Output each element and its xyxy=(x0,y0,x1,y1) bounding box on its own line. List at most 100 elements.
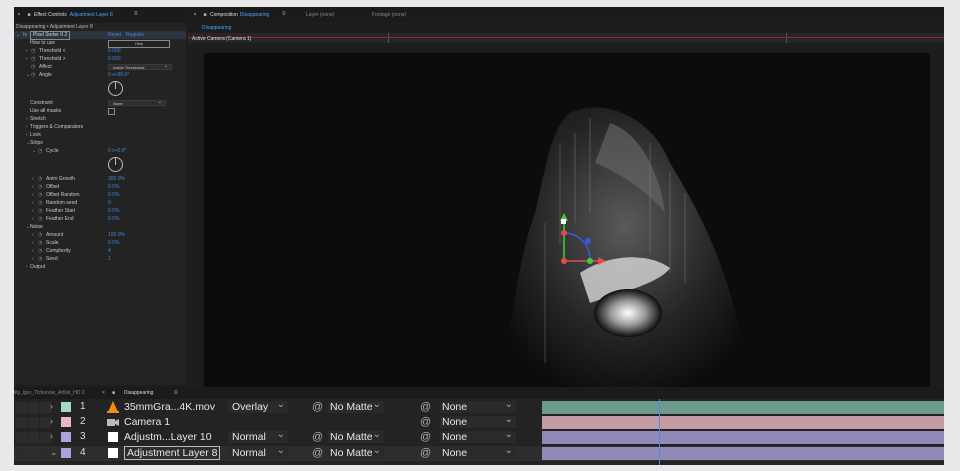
panel-menu-icon[interactable]: ≡ xyxy=(174,387,178,399)
angle-value[interactable]: 0 x+90.0° xyxy=(108,71,129,79)
chevron-right-icon[interactable]: › xyxy=(50,401,53,411)
threshold-lt-value[interactable]: 0.000 xyxy=(108,47,121,55)
stopwatch-icon[interactable]: ◷ xyxy=(38,191,42,199)
chevron-right-icon[interactable]: › xyxy=(32,247,34,255)
blend-mode-dropdown[interactable]: Overlay ⌄ xyxy=(228,399,288,413)
complexity-value[interactable]: 4 xyxy=(108,247,111,255)
constraint-dropdown[interactable]: None xyxy=(108,99,166,106)
composition-tab-title[interactable]: Composition xyxy=(210,12,238,18)
spiral-icon[interactable]: @ xyxy=(312,447,323,459)
eye-toggle[interactable] xyxy=(16,448,27,459)
spiral-icon[interactable]: @ xyxy=(312,401,323,413)
spiral-icon[interactable]: @ xyxy=(312,431,323,443)
track-matte-dropdown[interactable]: No Matte ⌄ xyxy=(328,399,384,413)
chevron-right-icon[interactable]: › xyxy=(50,431,53,441)
track-matte-dropdown[interactable]: No Matte ⌄ xyxy=(328,445,384,459)
cycle-value[interactable]: 0 x+0.0° xyxy=(108,147,127,155)
layer-label-color[interactable] xyxy=(61,402,71,412)
solo-toggle[interactable] xyxy=(28,402,39,413)
look-row[interactable]: › Look xyxy=(14,131,186,139)
chevron-right-icon[interactable]: › xyxy=(32,255,34,263)
effect-controls-tab-layer[interactable]: Adjustment Layer 8 xyxy=(70,12,113,18)
chevron-right-icon[interactable]: › xyxy=(32,175,34,183)
close-icon[interactable]: × xyxy=(102,387,105,399)
lock-icon[interactable]: ■ xyxy=(24,12,34,18)
camera-transform-gizmo[interactable] xyxy=(550,211,610,281)
parent-dropdown[interactable]: None ⌄ xyxy=(440,429,516,443)
chevron-right-icon[interactable]: › xyxy=(32,239,34,247)
stretch-row[interactable]: › Stretch xyxy=(14,115,186,123)
stopwatch-icon[interactable]: ◷ xyxy=(31,47,35,55)
panel-menu-icon[interactable]: ≡ xyxy=(134,11,138,17)
track-matte-dropdown[interactable]: No Matte ⌄ xyxy=(328,429,384,443)
chevron-right-icon[interactable]: › xyxy=(32,191,34,199)
solo-toggle[interactable] xyxy=(28,417,39,428)
chevron-down-icon[interactable]: ⌄ xyxy=(32,147,36,155)
fx-icon[interactable]: fx xyxy=(23,31,27,39)
strips-row[interactable]: ⌄ Strips xyxy=(14,139,186,147)
eye-toggle[interactable] xyxy=(16,417,27,428)
chevron-right-icon[interactable]: › xyxy=(32,207,34,215)
layer-name[interactable]: 35mmGra...4K.mov xyxy=(124,401,215,413)
chevron-right-icon[interactable]: › xyxy=(32,215,34,223)
close-icon[interactable]: × xyxy=(190,12,200,18)
chevron-right-icon[interactable]: › xyxy=(26,123,28,131)
solo-toggle[interactable] xyxy=(28,432,39,443)
layer-name[interactable]: Camera 1 xyxy=(124,416,170,428)
timeline-layer-row-selected[interactable]: ⌄ 4 Adjustment Layer 8 Normal ⌄ @ No Matt… xyxy=(14,445,944,461)
project-tab[interactable]: lity_igor_Tichonow_Artlist_HD 2 xyxy=(14,387,85,399)
layer-label-color[interactable] xyxy=(61,448,71,458)
chevron-right-icon[interactable]: › xyxy=(26,263,28,271)
layer-viewer-tab[interactable]: Layer (none) xyxy=(306,12,334,18)
timeline-layer-row[interactable]: › 2 Camera 1 @ None ⌄ xyxy=(14,414,944,430)
composition-tab-name[interactable]: Disappearing xyxy=(240,12,269,18)
triggers-row[interactable]: › Triggers & Comparators xyxy=(14,123,186,131)
effect-controls-tab-title[interactable]: Effect Controls xyxy=(34,12,67,18)
noise-row[interactable]: ⌄ Noise xyxy=(14,223,186,231)
parent-dropdown[interactable]: None ⌄ xyxy=(440,445,516,459)
timeline-layer-row[interactable]: › 3 Adjustm...Layer 10 Normal ⌄ @ No Matt… xyxy=(14,429,944,445)
affect-dropdown[interactable]: Inside Thresholds xyxy=(108,63,172,70)
effect-header-row[interactable]: ⌄ fx Pixel Sorter II 2 Reset Register xyxy=(14,31,186,40)
reset-link[interactable]: Reset xyxy=(108,31,121,39)
footage-viewer-tab[interactable]: Footage (none) xyxy=(372,12,406,18)
close-icon[interactable]: × xyxy=(14,12,24,18)
chevron-right-icon[interactable]: › xyxy=(26,131,28,139)
pickwhip-icon[interactable]: @ xyxy=(420,401,431,413)
chevron-down-icon[interactable]: ⌄ xyxy=(50,447,58,458)
stopwatch-icon[interactable]: ◷ xyxy=(38,255,42,263)
layer-duration-bar[interactable] xyxy=(542,431,944,444)
stopwatch-icon[interactable]: ◷ xyxy=(38,175,42,183)
layer-name[interactable]: Adjustm...Layer 10 xyxy=(124,431,212,443)
scale-value[interactable]: 0.0% xyxy=(108,239,119,247)
seed-value[interactable]: 1 xyxy=(108,255,111,263)
pickwhip-icon[interactable]: @ xyxy=(420,416,431,428)
eye-toggle[interactable] xyxy=(16,402,27,413)
chevron-right-icon[interactable]: › xyxy=(32,183,34,191)
lock-icon[interactable]: ■ xyxy=(200,12,210,18)
register-link[interactable]: Register xyxy=(126,31,145,39)
blend-mode-dropdown[interactable]: Normal ⌄ xyxy=(228,445,288,459)
random-seed-value[interactable]: 0 xyxy=(108,199,111,207)
layer-duration-bar[interactable] xyxy=(542,447,944,460)
stopwatch-icon[interactable]: ◷ xyxy=(38,215,42,223)
pickwhip-icon[interactable]: @ xyxy=(420,447,431,459)
stopwatch-icon[interactable]: ◷ xyxy=(38,183,42,191)
parent-dropdown[interactable]: None ⌄ xyxy=(440,399,516,413)
layer-name-edit[interactable]: Adjustment Layer 8 xyxy=(124,446,221,460)
layer-label-color[interactable] xyxy=(61,417,71,427)
layer-label-color[interactable] xyxy=(61,432,71,442)
use-all-masks-checkbox[interactable] xyxy=(108,108,115,115)
chevron-right-icon[interactable]: › xyxy=(32,231,34,239)
chevron-down-icon[interactable]: ⌄ xyxy=(26,71,30,79)
composition-breadcrumb[interactable]: Disappearing xyxy=(188,23,944,33)
offset-value[interactable]: 0.0% xyxy=(108,183,119,191)
stopwatch-icon[interactable]: ◷ xyxy=(38,231,42,239)
composition-viewer[interactable] xyxy=(204,53,930,399)
timeline-tab-name[interactable]: Disappearing xyxy=(124,387,153,399)
stopwatch-icon[interactable]: ◷ xyxy=(31,55,35,63)
solo-toggle[interactable] xyxy=(28,448,39,459)
stopwatch-icon[interactable]: ◷ xyxy=(38,199,42,207)
stopwatch-icon[interactable]: ◷ xyxy=(31,63,35,71)
eye-toggle[interactable] xyxy=(16,432,27,443)
